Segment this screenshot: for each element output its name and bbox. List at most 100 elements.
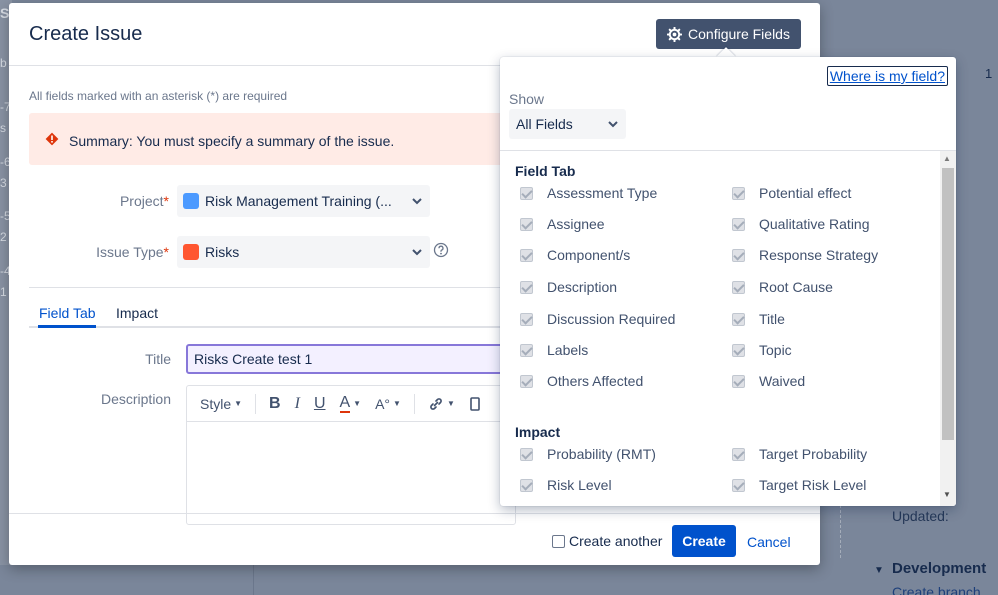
- field-checkbox[interactable]: [520, 478, 533, 492]
- error-message-box: Summary: You must specify a summary of t…: [29, 113, 509, 165]
- show-select[interactable]: All Fields: [509, 109, 626, 139]
- field-option[interactable]: Root Cause: [732, 279, 833, 295]
- background-fragment: s: [0, 121, 6, 135]
- more-formatting-button[interactable]: A° ▼: [370, 391, 406, 417]
- required-fields-note: All fields marked with an asterisk (*) a…: [29, 89, 288, 103]
- field-checkbox[interactable]: [732, 312, 745, 326]
- description-editor[interactable]: Style ▼ B I U A ▼ A° ▼ ▼: [186, 385, 516, 525]
- popup-divider: [500, 150, 956, 151]
- chevron-down-icon: ▼: [393, 399, 401, 408]
- field-option[interactable]: Waived: [732, 373, 805, 389]
- field-option[interactable]: Target Risk Level: [732, 477, 866, 493]
- create-branch-link[interactable]: Create branch: [892, 584, 981, 595]
- background-fragment: 3: [0, 176, 7, 190]
- field-checkbox[interactable]: [520, 248, 533, 262]
- link-button[interactable]: ▼: [423, 391, 460, 417]
- chevron-down-icon: [608, 121, 618, 128]
- field-checkbox[interactable]: [520, 280, 533, 294]
- field-option[interactable]: Qualitative Rating: [732, 216, 870, 232]
- issue-type-select[interactable]: Risks: [177, 236, 430, 268]
- style-dropdown[interactable]: Style ▼: [195, 391, 247, 417]
- field-checkbox[interactable]: [732, 447, 745, 461]
- tab-impact[interactable]: Impact: [116, 305, 158, 321]
- field-checkbox[interactable]: [732, 343, 745, 357]
- field-option[interactable]: Assessment Type: [520, 185, 657, 201]
- background-fragment: 2: [0, 230, 7, 244]
- development-section[interactable]: ▼ Development: [874, 560, 986, 577]
- field-option[interactable]: Response Strategy: [732, 247, 878, 263]
- configure-fields-button[interactable]: Configure Fields: [656, 19, 801, 49]
- scroll-up-arrow-icon[interactable]: ▲: [943, 154, 951, 163]
- project-select[interactable]: Risk Management Training (...: [177, 185, 430, 217]
- configure-fields-popup: Where is my field? Show All Fields Field…: [500, 57, 956, 506]
- risk-issue-type-icon: [183, 244, 199, 260]
- dialog-title: Create Issue: [29, 23, 143, 45]
- field-checkbox[interactable]: [732, 186, 745, 200]
- show-label: Show: [509, 91, 545, 107]
- description-label: Description: [100, 391, 171, 407]
- section-title-impact: Impact: [515, 424, 561, 440]
- field-checkbox[interactable]: [520, 217, 533, 231]
- field-option[interactable]: Title: [732, 311, 785, 327]
- field-option[interactable]: Others Affected: [520, 373, 643, 389]
- help-icon[interactable]: [433, 242, 449, 258]
- field-checkbox[interactable]: [520, 343, 533, 357]
- field-checkbox[interactable]: [520, 447, 533, 461]
- background-fragment: 1: [0, 285, 7, 299]
- italic-button[interactable]: I: [290, 391, 305, 417]
- gear-icon: [667, 26, 683, 42]
- text-color-button[interactable]: A ▼: [335, 391, 367, 417]
- development-label: Development: [892, 560, 987, 577]
- field-option[interactable]: Probability (RMT): [520, 446, 656, 462]
- field-checkbox[interactable]: [732, 217, 745, 231]
- configure-fields-label: Configure Fields: [688, 26, 790, 42]
- field-option[interactable]: Description: [520, 279, 617, 295]
- field-option[interactable]: Assignee: [520, 216, 605, 232]
- background-divider: [253, 565, 254, 595]
- footer-divider: [9, 513, 820, 514]
- field-checkbox[interactable]: [732, 374, 745, 388]
- create-another-label: Create another: [569, 533, 663, 549]
- background-divider: [840, 500, 841, 558]
- cancel-link[interactable]: Cancel: [747, 534, 791, 550]
- create-button[interactable]: Create: [672, 525, 736, 557]
- field-option[interactable]: Topic: [732, 342, 792, 358]
- project-value: Risk Management Training (...: [205, 193, 392, 209]
- editor-toolbar: Style ▼ B I U A ▼ A° ▼ ▼: [187, 386, 515, 422]
- create-another-option[interactable]: Create another: [552, 533, 662, 549]
- link-icon: [430, 397, 442, 410]
- field-option[interactable]: Discussion Required: [520, 311, 675, 327]
- field-checkbox[interactable]: [520, 186, 533, 200]
- field-checkbox[interactable]: [732, 248, 745, 262]
- error-icon: [45, 132, 59, 146]
- tabs-baseline: [29, 326, 509, 328]
- tab-field-tab[interactable]: Field Tab: [39, 305, 96, 321]
- field-option[interactable]: Labels: [520, 342, 588, 358]
- background-updated-label: Updated:: [892, 508, 949, 524]
- show-select-value: All Fields: [516, 116, 573, 132]
- toolbar-separator: [413, 393, 415, 414]
- issue-type-value: Risks: [205, 244, 240, 260]
- create-another-checkbox[interactable]: [552, 534, 565, 548]
- chevron-down-icon: ▼: [446, 399, 455, 408]
- error-message-text: Summary: You must specify a summary of t…: [69, 133, 395, 149]
- field-option[interactable]: Target Probability: [732, 446, 867, 462]
- where-is-my-field-link[interactable]: Where is my field?: [826, 66, 948, 86]
- field-option[interactable]: Component/s: [520, 247, 630, 263]
- field-checkbox[interactable]: [732, 280, 745, 294]
- popup-scrollbar-thumb[interactable]: [942, 168, 954, 440]
- field-checkbox[interactable]: [520, 312, 533, 326]
- field-checkbox[interactable]: [732, 478, 745, 492]
- title-label: Title: [145, 351, 171, 367]
- bold-button[interactable]: B: [264, 391, 286, 417]
- field-checkbox[interactable]: [520, 374, 533, 388]
- title-input[interactable]: Risks Create test 1: [186, 344, 516, 374]
- attachment-icon: [470, 396, 480, 411]
- section-title-field-tab: Field Tab: [515, 163, 576, 179]
- field-option[interactable]: Potential effect: [732, 185, 851, 201]
- field-option[interactable]: Risk Level: [520, 477, 612, 493]
- attachment-button[interactable]: [464, 391, 486, 417]
- scroll-down-arrow-icon[interactable]: ▼: [943, 490, 951, 499]
- project-avatar-icon: [183, 193, 199, 209]
- underline-button[interactable]: U: [309, 391, 331, 417]
